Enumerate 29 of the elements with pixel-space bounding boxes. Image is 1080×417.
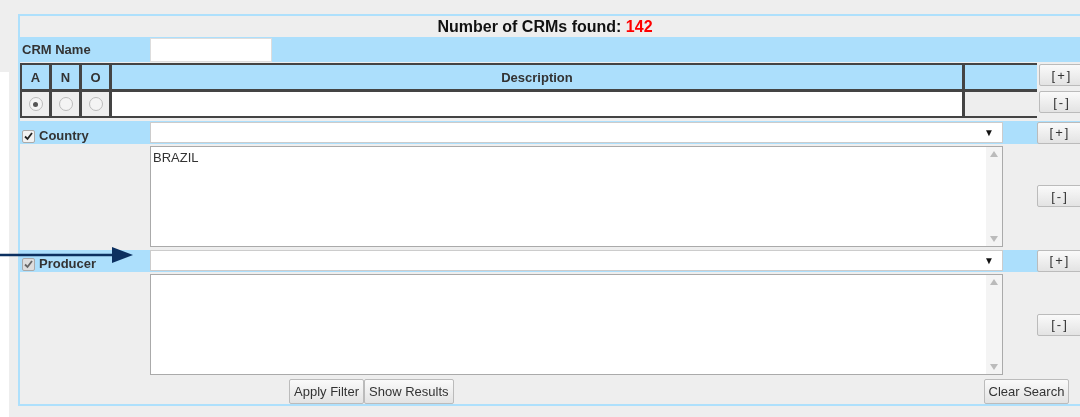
column-header: Description (110, 63, 964, 92)
apply-filter-button[interactable]: Apply Filter (289, 379, 365, 404)
crm-name-field[interactable] (150, 37, 272, 62)
filter-label: Country (39, 127, 89, 143)
filter-label: Producer (39, 256, 97, 271)
radio-button[interactable] (28, 97, 43, 112)
scroll-up-icon[interactable] (990, 279, 998, 285)
list-box[interactable]: BRAZIL (150, 145, 1003, 247)
column-header: O (80, 63, 111, 92)
column-header: A (20, 63, 51, 92)
checkbox[interactable] (22, 129, 35, 143)
scroll-down-icon[interactable] (990, 235, 998, 242)
results-count-title: Number of CRMs found: 142 (437, 17, 653, 36)
list-box[interactable] (150, 274, 1003, 375)
radio-button[interactable] (58, 97, 73, 112)
remove-button[interactable]: [-] (1039, 91, 1080, 114)
scroll-down-icon[interactable] (990, 364, 998, 370)
scroll-up-icon[interactable] (990, 150, 998, 157)
show-results-button[interactable]: Show Results (364, 379, 454, 404)
add-button[interactable]: [+] (1039, 64, 1080, 87)
remove-button[interactable]: [-] (1037, 185, 1080, 208)
dropdown[interactable]: ▼ (150, 122, 1003, 144)
column-header: N (50, 63, 81, 92)
crm-name-label: CRM Name (21, 42, 92, 58)
description-field[interactable] (110, 90, 964, 119)
list-item[interactable]: BRAZIL (153, 149, 984, 165)
radio-button[interactable] (88, 97, 103, 112)
clear-search-button[interactable]: Clear Search (983, 379, 1070, 404)
add-button[interactable]: [+] (1037, 121, 1080, 144)
